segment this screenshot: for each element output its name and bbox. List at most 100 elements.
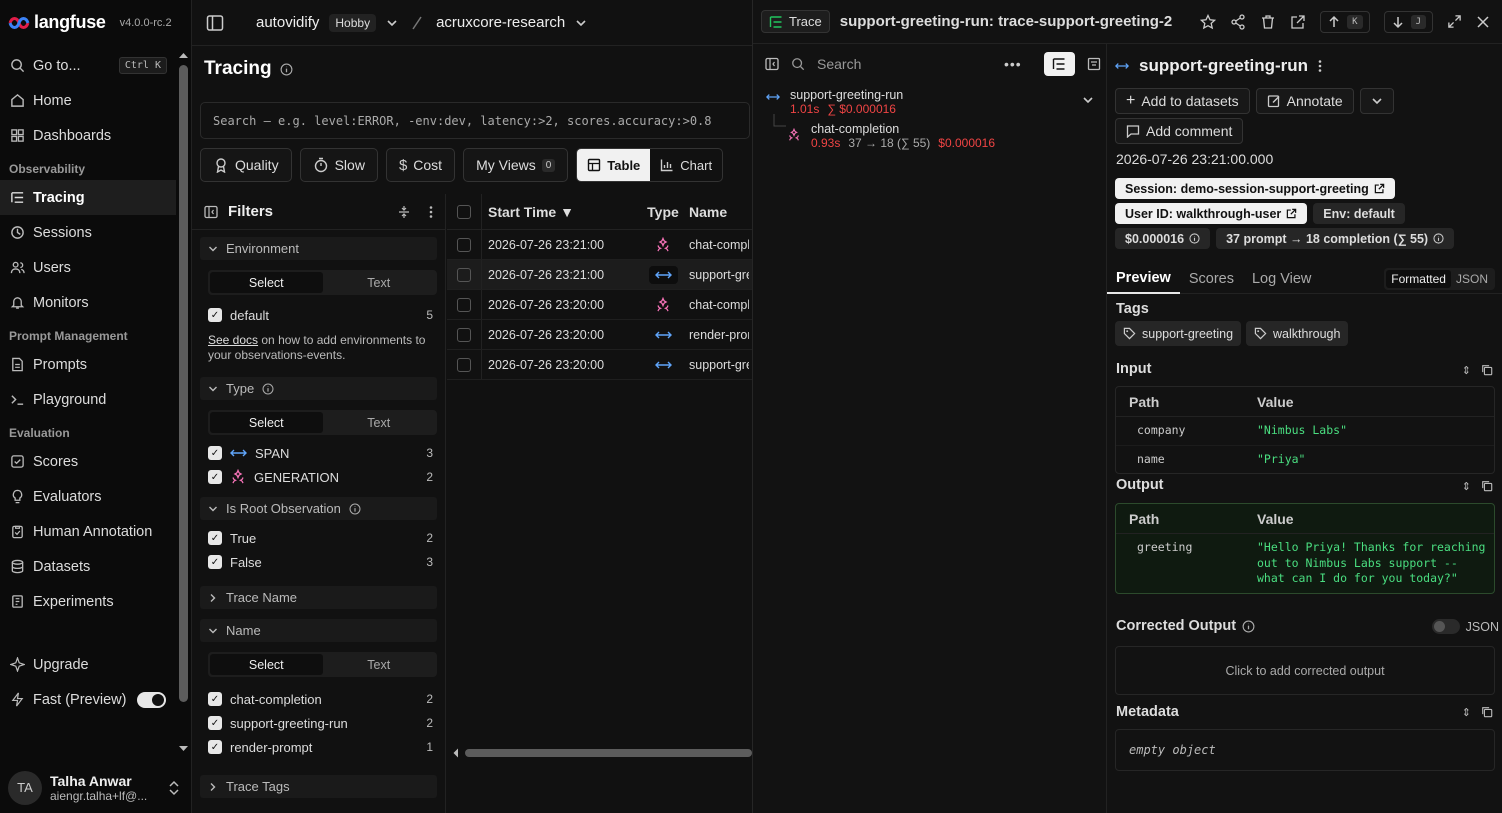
sidebar-item-upgrade[interactable]: Upgrade [0, 647, 176, 682]
filter-section-environment[interactable]: Environment [200, 237, 437, 260]
annotate-dropdown-button[interactable] [1359, 88, 1394, 114]
table-row[interactable]: 2026-07-26 23:21:00 chat-completion [447, 230, 752, 260]
tab-scores[interactable]: Scores [1180, 264, 1243, 294]
filter-section-trace-tags[interactable]: Trace Tags [200, 775, 437, 798]
tab-log-view[interactable]: Log View [1243, 264, 1320, 294]
cost-button[interactable]: $ Cost [385, 148, 456, 182]
sidebar-toggle-icon[interactable] [206, 14, 224, 32]
copy-icon[interactable] [1481, 706, 1493, 718]
sidebar-item-prompts[interactable]: Prompts [0, 347, 176, 382]
checkbox-checked[interactable]: ✓ [208, 692, 222, 706]
sidebar-item-evaluators[interactable]: Evaluators [0, 479, 176, 514]
select-all-checkbox[interactable] [457, 204, 471, 219]
checkbox-checked[interactable]: ✓ [208, 740, 222, 754]
name-select-tab[interactable]: Select [210, 654, 323, 675]
filter-option-true[interactable]: ✓ True 2 [208, 526, 433, 550]
chevron-down-icon[interactable] [386, 17, 398, 29]
annotate-button[interactable]: Annotate [1255, 88, 1354, 114]
panel-collapse-icon[interactable] [765, 57, 779, 71]
chart-view-button[interactable]: Chart [650, 149, 722, 181]
format-json-button[interactable]: JSON [1451, 270, 1493, 288]
filter-section-is-root[interactable]: Is Root Observation [200, 497, 437, 520]
checkbox-checked[interactable]: ✓ [208, 531, 222, 545]
org-name[interactable]: autovidify [256, 14, 319, 31]
info-icon[interactable] [262, 383, 274, 395]
goto-button[interactable]: Go to... Ctrl K [0, 48, 176, 83]
row-checkbox[interactable] [457, 357, 471, 372]
tree-search-input[interactable]: Search [817, 56, 992, 72]
more-vertical-icon[interactable] [429, 205, 433, 219]
user-id-chip[interactable]: User ID: walkthrough-user [1115, 203, 1308, 224]
quality-button[interactable]: Quality [200, 148, 292, 182]
filter-section-name[interactable]: Name [200, 619, 437, 642]
row-checkbox[interactable] [457, 237, 471, 252]
checkbox-checked[interactable]: ✓ [208, 555, 222, 569]
sidebar-scroll-thumb[interactable] [179, 65, 188, 702]
sidebar-item-experiments[interactable]: Experiments [0, 584, 176, 619]
checkbox-checked[interactable]: ✓ [208, 446, 222, 460]
tree-view-button[interactable] [1043, 52, 1075, 76]
maximize-icon[interactable] [1447, 14, 1462, 29]
tokens-chip[interactable]: 37 prompt → 18 completion (∑ 55) [1216, 228, 1455, 249]
tree-node-root[interactable]: support-greeting-run 1.01s ∑ $0.000016 [753, 88, 1106, 116]
chevron-down-icon[interactable] [1082, 94, 1094, 106]
star-icon[interactable] [1200, 13, 1217, 30]
environment-text-tab[interactable]: Text [323, 272, 436, 293]
sidebar-item-scores[interactable]: Scores [0, 444, 176, 479]
info-icon[interactable] [349, 503, 361, 515]
close-icon[interactable] [1476, 15, 1490, 29]
share-icon[interactable] [1230, 13, 1246, 30]
tag-walkthrough[interactable]: walkthrough [1246, 321, 1349, 346]
more-horizontal-icon[interactable]: ••• [1004, 56, 1022, 72]
next-trace-button[interactable]: J [1383, 10, 1433, 33]
expand-icon[interactable]: ⇕ [1462, 706, 1471, 719]
info-icon[interactable] [1242, 620, 1255, 633]
format-formatted-button[interactable]: Formatted [1386, 269, 1451, 288]
expand-icon[interactable]: ⇕ [1462, 480, 1471, 493]
filter-option-support-greeting-run[interactable]: ✓ support-greeting-run 2 [208, 711, 433, 735]
tag-support-greeting[interactable]: support-greeting [1115, 321, 1242, 346]
tab-preview[interactable]: Preview [1107, 264, 1180, 294]
checkbox-checked[interactable]: ✓ [208, 470, 222, 484]
checkbox-checked[interactable]: ✓ [208, 308, 222, 322]
sidebar-item-users[interactable]: Users [0, 250, 176, 285]
filter-option-default[interactable]: ✓ default 5 [208, 303, 433, 327]
session-chip[interactable]: Session: demo-session-support-greeting [1115, 178, 1395, 199]
brand-logo[interactable]: langfuse v4.0.0-rc.2 [8, 12, 172, 33]
expand-collapse-icon[interactable] [397, 205, 411, 219]
table-row[interactable]: 2026-07-26 23:20:00 render-prompt [447, 320, 752, 350]
filter-section-type[interactable]: Type [200, 377, 437, 400]
previous-trace-button[interactable]: K [1320, 10, 1370, 33]
table-row[interactable]: 2026-07-26 23:20:00 chat-completion [447, 290, 752, 320]
tree-node-child[interactable]: chat-completion 0.93s 37 → 18 (∑ 55) $0.… [753, 114, 1106, 150]
see-docs-link[interactable]: See docs [208, 333, 258, 347]
sidebar-item-playground[interactable]: Playground [0, 382, 176, 417]
environment-select-tab[interactable]: Select [210, 272, 323, 293]
add-comment-button[interactable]: Add comment [1115, 118, 1244, 144]
checkbox-checked[interactable]: ✓ [208, 716, 222, 730]
sidebar-scrollbar[interactable] [177, 48, 190, 758]
row-checkbox[interactable] [457, 297, 471, 312]
table-row[interactable]: 2026-07-26 23:20:00 support-greeting-run [447, 350, 752, 380]
cost-chip[interactable]: $0.000016 [1115, 228, 1211, 249]
name-text-tab[interactable]: Text [323, 654, 436, 675]
user-menu[interactable]: TA Talha Anwar aiengr.talha+lf@... [0, 762, 192, 813]
row-checkbox[interactable] [457, 327, 471, 342]
table-view-button[interactable]: Table [577, 149, 651, 181]
my-views-button[interactable]: My Views 0 [463, 148, 569, 182]
row-checkbox[interactable] [457, 267, 471, 282]
scroll-left-icon[interactable] [451, 746, 461, 760]
corrected-json-toggle[interactable] [1431, 619, 1460, 634]
trace-search-input[interactable]: Search — e.g. level:ERROR, -env:dev, lat… [200, 102, 750, 139]
table-row-selected[interactable]: 2026-07-26 23:21:00 support-greeting-run [447, 260, 752, 290]
sidebar-item-sessions[interactable]: Sessions [0, 215, 176, 250]
add-to-datasets-button[interactable]: + Add to datasets [1115, 88, 1250, 114]
fast-preview-toggle[interactable] [137, 691, 166, 708]
sidebar-item-dashboards[interactable]: Dashboards [0, 118, 176, 153]
external-link-icon[interactable] [1290, 14, 1306, 30]
column-type[interactable]: Type [637, 204, 689, 220]
copy-icon[interactable] [1481, 364, 1493, 376]
trash-icon[interactable] [1260, 14, 1276, 30]
sidebar-item-home[interactable]: Home [0, 83, 176, 118]
filter-option-span[interactable]: ✓ SPAN 3 [208, 441, 433, 465]
